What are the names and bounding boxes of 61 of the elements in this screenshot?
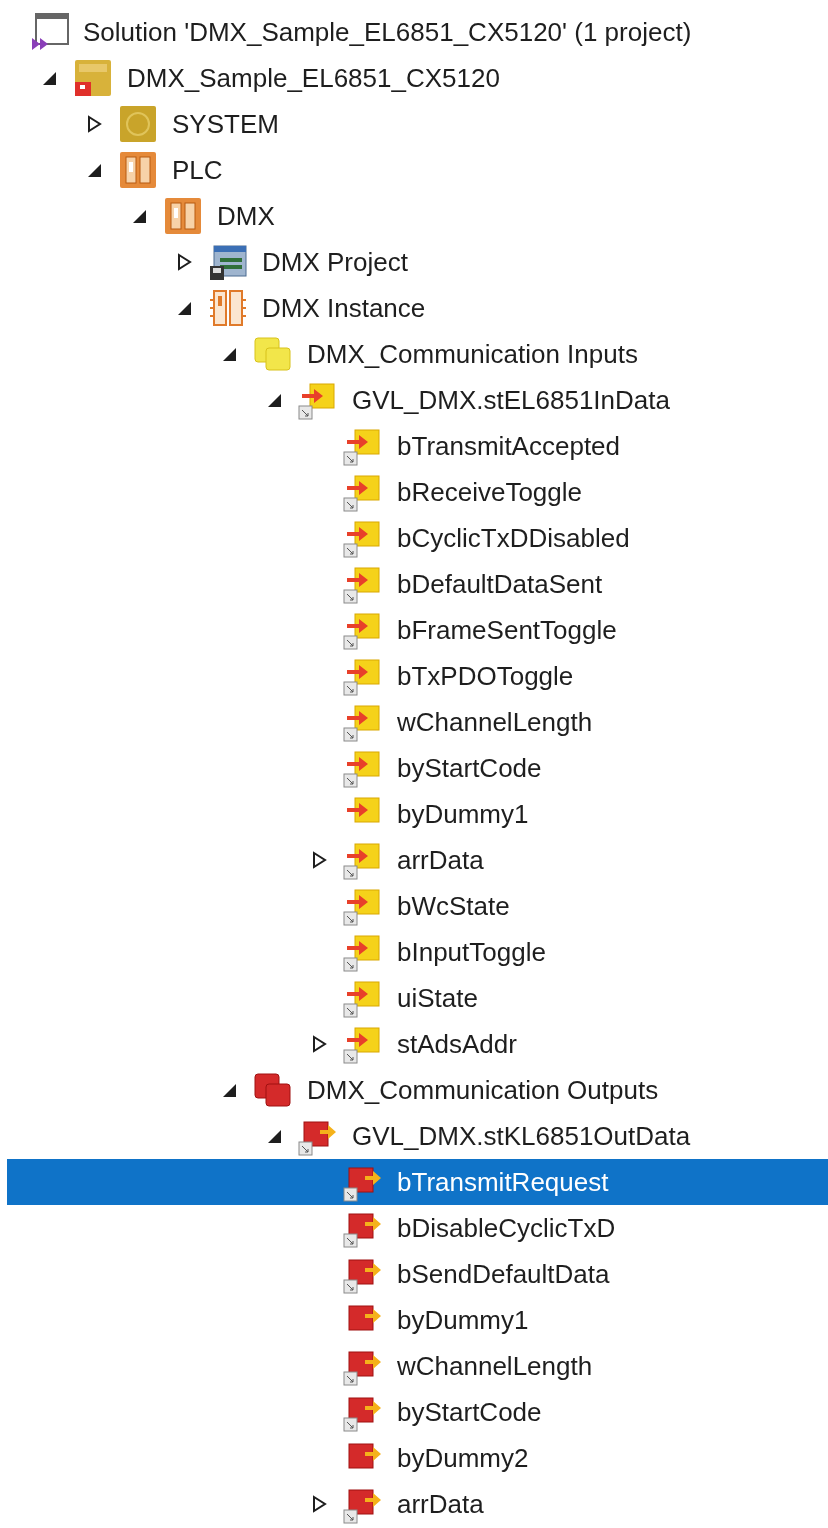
tree-item[interactable]: stAdsAddr xyxy=(7,1021,828,1067)
tree-item[interactable]: bFrameSentToggle xyxy=(7,607,828,653)
variable-icon xyxy=(343,426,383,466)
tree-item[interactable]: SYSTEM xyxy=(7,101,828,147)
variable-icon xyxy=(343,518,383,558)
tree-item[interactable]: wChannelLength xyxy=(7,699,828,745)
collapsed-arrow-icon[interactable] xyxy=(310,1495,328,1513)
tree-item[interactable]: byStartCode xyxy=(7,745,828,791)
tree-item[interactable]: bCyclicTxDDisabled xyxy=(7,515,828,561)
variable-icon xyxy=(298,380,338,420)
tree-item[interactable]: DMX Project xyxy=(7,239,828,285)
variable-icon xyxy=(343,564,383,604)
collapsed-arrow-icon[interactable] xyxy=(85,115,103,133)
variable-icon xyxy=(343,978,383,1018)
variable-icon xyxy=(343,472,383,512)
project-icon xyxy=(73,58,113,98)
collapsed-arrow-icon[interactable] xyxy=(310,851,328,869)
tree-item[interactable]: byDummy1 xyxy=(7,791,828,837)
tree-item[interactable]: bTxPDOToggle xyxy=(7,653,828,699)
collapsed-arrow-icon[interactable] xyxy=(310,1035,328,1053)
tree-item[interactable]: bTransmitAccepted xyxy=(7,423,828,469)
variable-icon xyxy=(343,610,383,650)
variable-icon xyxy=(343,840,383,880)
tree-item[interactable]: arrData xyxy=(7,837,828,883)
tree-item[interactable]: bInputToggle xyxy=(7,929,828,975)
tree-item[interactable]: byDummy1 xyxy=(7,1297,828,1343)
tree-item[interactable]: bWcState xyxy=(7,883,828,929)
tree-item[interactable]: DMX_Communication Inputs xyxy=(7,331,828,377)
tree-item[interactable]: DMX_Sample_EL6851_CX5120 xyxy=(7,55,828,101)
variable-icon xyxy=(343,1024,383,1064)
system-tile-icon xyxy=(118,104,158,144)
tree-item[interactable]: DMX_Communication Outputs xyxy=(7,1067,828,1113)
tree-item[interactable]: byDummy2 xyxy=(7,1435,828,1481)
tree-item[interactable]: DMX Instance xyxy=(7,285,828,331)
tree-item[interactable]: bDisableCyclicTxD xyxy=(7,1205,828,1251)
tree-item[interactable]: GVL_DMX.stEL6851InData xyxy=(7,377,828,423)
variable-icon xyxy=(343,886,383,926)
tree-item[interactable]: wChannelLength xyxy=(7,1343,828,1389)
tree-item[interactable]: uiState xyxy=(7,975,828,1021)
tree-item[interactable]: Solution 'DMX_Sample_EL6851_CX5120' (1 project) xyxy=(7,9,828,55)
chip-icon xyxy=(163,196,203,236)
tree-item[interactable]: DMX xyxy=(7,193,828,239)
tree-item[interactable]: bReceiveToggle xyxy=(7,469,828,515)
solution-icon xyxy=(30,12,70,52)
variable-icon xyxy=(343,656,383,696)
tree-item[interactable]: bSendDefaultData xyxy=(7,1251,828,1297)
chip-icon xyxy=(118,150,158,190)
tree-item[interactable]: bTransmitRequest xyxy=(7,1159,828,1205)
tree-item[interactable]: GVL_DMX.stKL6851OutData xyxy=(7,1113,828,1159)
variable-icon xyxy=(343,748,383,788)
chip-outline-icon xyxy=(208,288,248,328)
variable-icon xyxy=(343,702,383,742)
collapsed-arrow-icon[interactable] xyxy=(175,253,193,271)
tree-item[interactable]: arrData xyxy=(7,1481,828,1527)
folder-icon xyxy=(253,334,293,374)
variable-icon xyxy=(343,932,383,972)
window-icon xyxy=(208,242,248,282)
tree-item[interactable]: bDefaultDataSent xyxy=(7,561,828,607)
folder-icon xyxy=(253,1070,293,1110)
tree-item[interactable]: PLC xyxy=(7,147,828,193)
tree-item[interactable]: byStartCode xyxy=(7,1389,828,1435)
